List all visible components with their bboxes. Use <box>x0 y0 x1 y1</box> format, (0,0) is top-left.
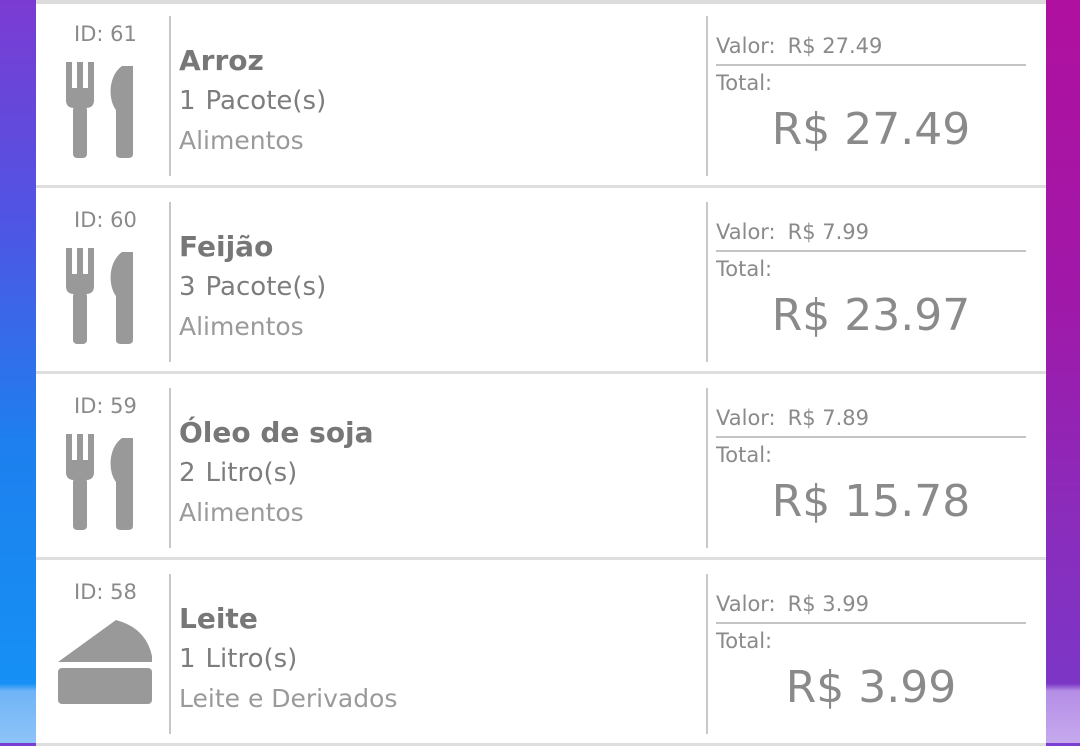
quantity-unit: Pacote(s) <box>205 86 327 116</box>
total-value: R$ 15.78 <box>771 476 971 527</box>
left-background-strip <box>0 0 36 743</box>
cheese-icon <box>58 620 152 704</box>
total-value: R$ 23.97 <box>771 290 971 341</box>
item-category: Alimentos <box>179 498 304 527</box>
list-item[interactable]: ID: 58 Leite 1 Litro(s) Leite e Derivados… <box>36 562 1046 746</box>
unit-price-value: R$ 3.99 <box>787 592 870 616</box>
fork-knife-icon <box>66 62 133 158</box>
total-value: R$ 3.99 <box>785 662 957 713</box>
quantity-value: 1 <box>179 644 196 674</box>
quantity-value: 1 <box>179 86 196 116</box>
unit-price-label: Valor: <box>716 592 776 616</box>
fork-knife-icon <box>66 434 133 530</box>
total-label: Total: <box>716 629 773 653</box>
total-label: Total: <box>716 257 773 281</box>
unit-price-label: Valor: <box>716 406 776 430</box>
item-quantity: 2 Litro(s) <box>179 458 297 488</box>
unit-price-label: Valor: <box>716 220 776 244</box>
item-quantity: 1 Pacote(s) <box>179 86 326 116</box>
unit-price-row: Valor: R$ 27.49 <box>716 34 1026 66</box>
item-category: Leite e Derivados <box>179 684 398 713</box>
unit-price-row: Valor: R$ 7.89 <box>716 406 1026 438</box>
total-value: R$ 27.49 <box>771 104 971 155</box>
unit-price-value: R$ 27.49 <box>787 34 883 58</box>
item-id: ID: 58 <box>74 580 137 604</box>
quantity-unit: Litro(s) <box>205 458 298 488</box>
product-list[interactable]: ID: 61 Arroz 1 Pacote(s) Alimentos Valor:… <box>36 0 1046 746</box>
quantity-unit: Litro(s) <box>205 644 298 674</box>
list-item[interactable]: ID: 60 Feijão 3 Pacote(s) Alimentos Valor… <box>36 190 1046 374</box>
total-label: Total: <box>716 443 773 467</box>
unit-price-value: R$ 7.99 <box>787 220 870 244</box>
unit-price-value: R$ 7.89 <box>787 406 870 430</box>
item-category: Alimentos <box>179 312 304 341</box>
item-name: Óleo de soja <box>179 416 374 449</box>
column-divider <box>706 16 708 176</box>
column-divider <box>706 202 708 362</box>
item-category: Alimentos <box>179 126 304 155</box>
unit-price-row: Valor: R$ 3.99 <box>716 592 1026 624</box>
quantity-value: 2 <box>179 458 196 488</box>
unit-price-row: Valor: R$ 7.99 <box>716 220 1026 252</box>
item-name: Arroz <box>179 44 264 77</box>
item-quantity: 1 Litro(s) <box>179 644 297 674</box>
column-divider <box>706 574 708 734</box>
item-id: ID: 60 <box>74 208 137 232</box>
item-id: ID: 59 <box>74 394 137 418</box>
column-divider <box>169 388 171 548</box>
item-quantity: 3 Pacote(s) <box>179 272 326 302</box>
right-background-strip <box>1046 0 1080 743</box>
total-label: Total: <box>716 71 773 95</box>
column-divider <box>169 574 171 734</box>
quantity-value: 3 <box>179 272 196 302</box>
item-name: Leite <box>179 602 258 635</box>
list-item[interactable]: ID: 59 Óleo de soja 2 Litro(s) Alimentos … <box>36 376 1046 560</box>
column-divider <box>706 388 708 548</box>
quantity-unit: Pacote(s) <box>205 272 327 302</box>
fork-knife-icon <box>66 248 133 344</box>
column-divider <box>169 202 171 362</box>
column-divider <box>169 16 171 176</box>
list-item[interactable]: ID: 61 Arroz 1 Pacote(s) Alimentos Valor:… <box>36 4 1046 188</box>
item-id: ID: 61 <box>74 22 137 46</box>
item-name: Feijão <box>179 230 274 263</box>
unit-price-label: Valor: <box>716 34 776 58</box>
